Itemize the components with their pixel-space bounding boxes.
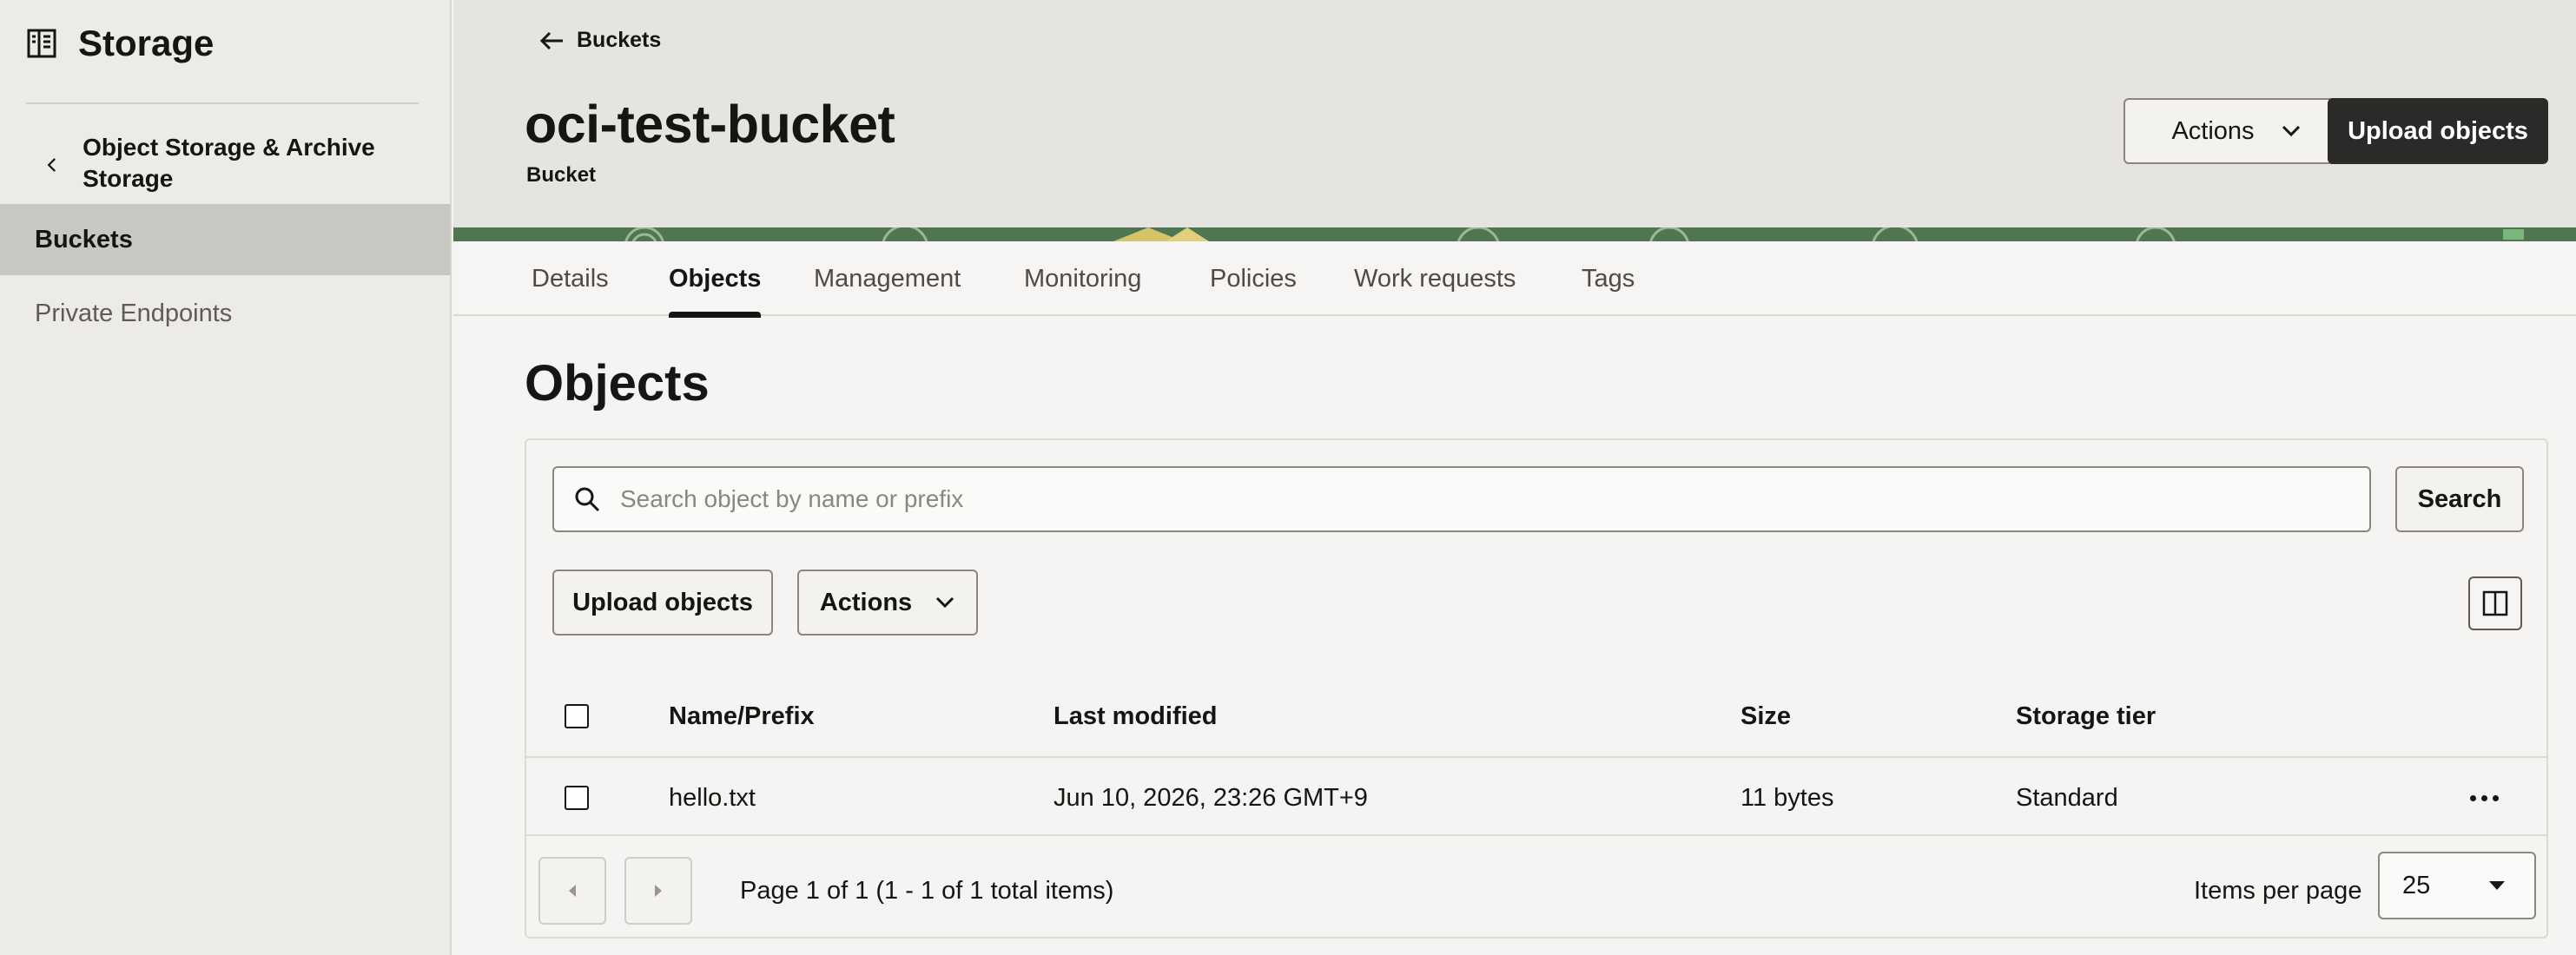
column-toggle-icon bbox=[2482, 590, 2508, 616]
object-name-link[interactable]: hello.txt bbox=[669, 758, 756, 838]
objects-actions-label: Actions bbox=[819, 588, 913, 616]
row-checkbox[interactable] bbox=[565, 786, 589, 810]
header-banner bbox=[453, 227, 2576, 241]
search-box bbox=[552, 466, 2371, 532]
tab-management[interactable]: Management bbox=[814, 241, 961, 316]
sidebar-header: Storage bbox=[26, 17, 214, 69]
column-header-last-modified[interactable]: Last modified bbox=[1054, 676, 1218, 756]
pagination-next-button[interactable] bbox=[624, 857, 692, 925]
sidebar-title: Storage bbox=[78, 23, 215, 63]
tab-work-requests[interactable]: Work requests bbox=[1354, 241, 1516, 316]
row-select-cell bbox=[565, 758, 589, 838]
sidebar-back-label: Object Storage & Archive Storage bbox=[83, 134, 375, 192]
items-per-page-value: 25 bbox=[2402, 871, 2431, 899]
select-all-cell bbox=[565, 676, 589, 756]
more-horizontal-icon[interactable] bbox=[2470, 758, 2499, 838]
objects-section-title: Objects bbox=[525, 355, 710, 412]
header-actions-button[interactable]: Actions bbox=[2124, 98, 2349, 164]
items-per-page-select[interactable]: 25 bbox=[2378, 852, 2536, 919]
caret-right-icon bbox=[655, 885, 662, 897]
chevron-down-icon bbox=[936, 596, 954, 609]
page-title: oci-test-bucket bbox=[525, 95, 895, 154]
sidebar-item-buckets[interactable]: Buckets bbox=[0, 204, 450, 275]
column-header-storage-tier[interactable]: Storage tier bbox=[2016, 676, 2156, 756]
storage-icon bbox=[27, 29, 56, 58]
sidebar: Storage Object Storage & Archive Storage… bbox=[0, 0, 452, 955]
header-upload-objects-button[interactable]: Upload objects bbox=[2328, 98, 2548, 164]
search-icon bbox=[575, 487, 600, 512]
pagination-summary: Page 1 of 1 (1 - 1 of 1 total items) bbox=[740, 876, 1114, 905]
items-per-page-label: Items per page bbox=[2194, 876, 2362, 905]
sidebar-item-private-endpoints[interactable]: Private Endpoints bbox=[0, 278, 450, 349]
search-input[interactable] bbox=[618, 484, 2269, 514]
objects-actions-button[interactable]: Actions bbox=[797, 570, 978, 636]
upload-objects-button[interactable]: Upload objects bbox=[552, 570, 773, 636]
caret-down-icon bbox=[2489, 881, 2505, 890]
table-header-row: Name/Prefix Last modified Size Storage t… bbox=[526, 676, 2546, 756]
sidebar-back-link[interactable]: Object Storage & Archive Storage bbox=[43, 132, 426, 194]
column-header-name[interactable]: Name/Prefix bbox=[669, 676, 815, 756]
chevron-down-icon bbox=[2282, 125, 2300, 137]
sidebar-divider bbox=[26, 102, 419, 104]
tab-details[interactable]: Details bbox=[532, 241, 609, 316]
chevron-left-icon bbox=[47, 158, 56, 172]
page-header: Buckets oci-test-bucket Bucket Actions U… bbox=[453, 0, 2576, 227]
table-row: hello.txt Jun 10, 2026, 23:26 GMT+9 11 b… bbox=[526, 756, 2546, 836]
page-subtitle: Bucket bbox=[526, 163, 597, 187]
object-size: 11 bytes bbox=[1740, 783, 1834, 812]
tab-monitoring[interactable]: Monitoring bbox=[1024, 241, 1141, 316]
header-actions-label: Actions bbox=[2171, 116, 2255, 145]
objects-panel: Search Upload objects Actions Name/Prefi… bbox=[525, 438, 2548, 939]
caret-left-icon bbox=[569, 885, 576, 897]
search-button[interactable]: Search bbox=[2395, 466, 2524, 532]
object-last-modified: Jun 10, 2026, 23:26 GMT+9 bbox=[1054, 783, 1368, 812]
tab-policies[interactable]: Policies bbox=[1210, 241, 1297, 316]
pagination-previous-button[interactable] bbox=[538, 857, 606, 925]
arrow-left-icon bbox=[539, 31, 563, 49]
back-link-label: Buckets bbox=[577, 28, 662, 52]
object-storage-tier: Standard bbox=[2016, 783, 2118, 812]
select-all-checkbox[interactable] bbox=[565, 704, 589, 728]
back-to-buckets-link[interactable]: Buckets bbox=[538, 28, 661, 53]
tab-objects[interactable]: Objects bbox=[669, 241, 762, 318]
tab-bar: Details Objects Management Monitoring Po… bbox=[453, 241, 2576, 318]
tab-tags[interactable]: Tags bbox=[1582, 241, 1635, 316]
banner-pattern bbox=[453, 227, 2576, 241]
column-header-size[interactable]: Size bbox=[1740, 676, 1791, 756]
column-toggle-button[interactable] bbox=[2468, 576, 2522, 630]
